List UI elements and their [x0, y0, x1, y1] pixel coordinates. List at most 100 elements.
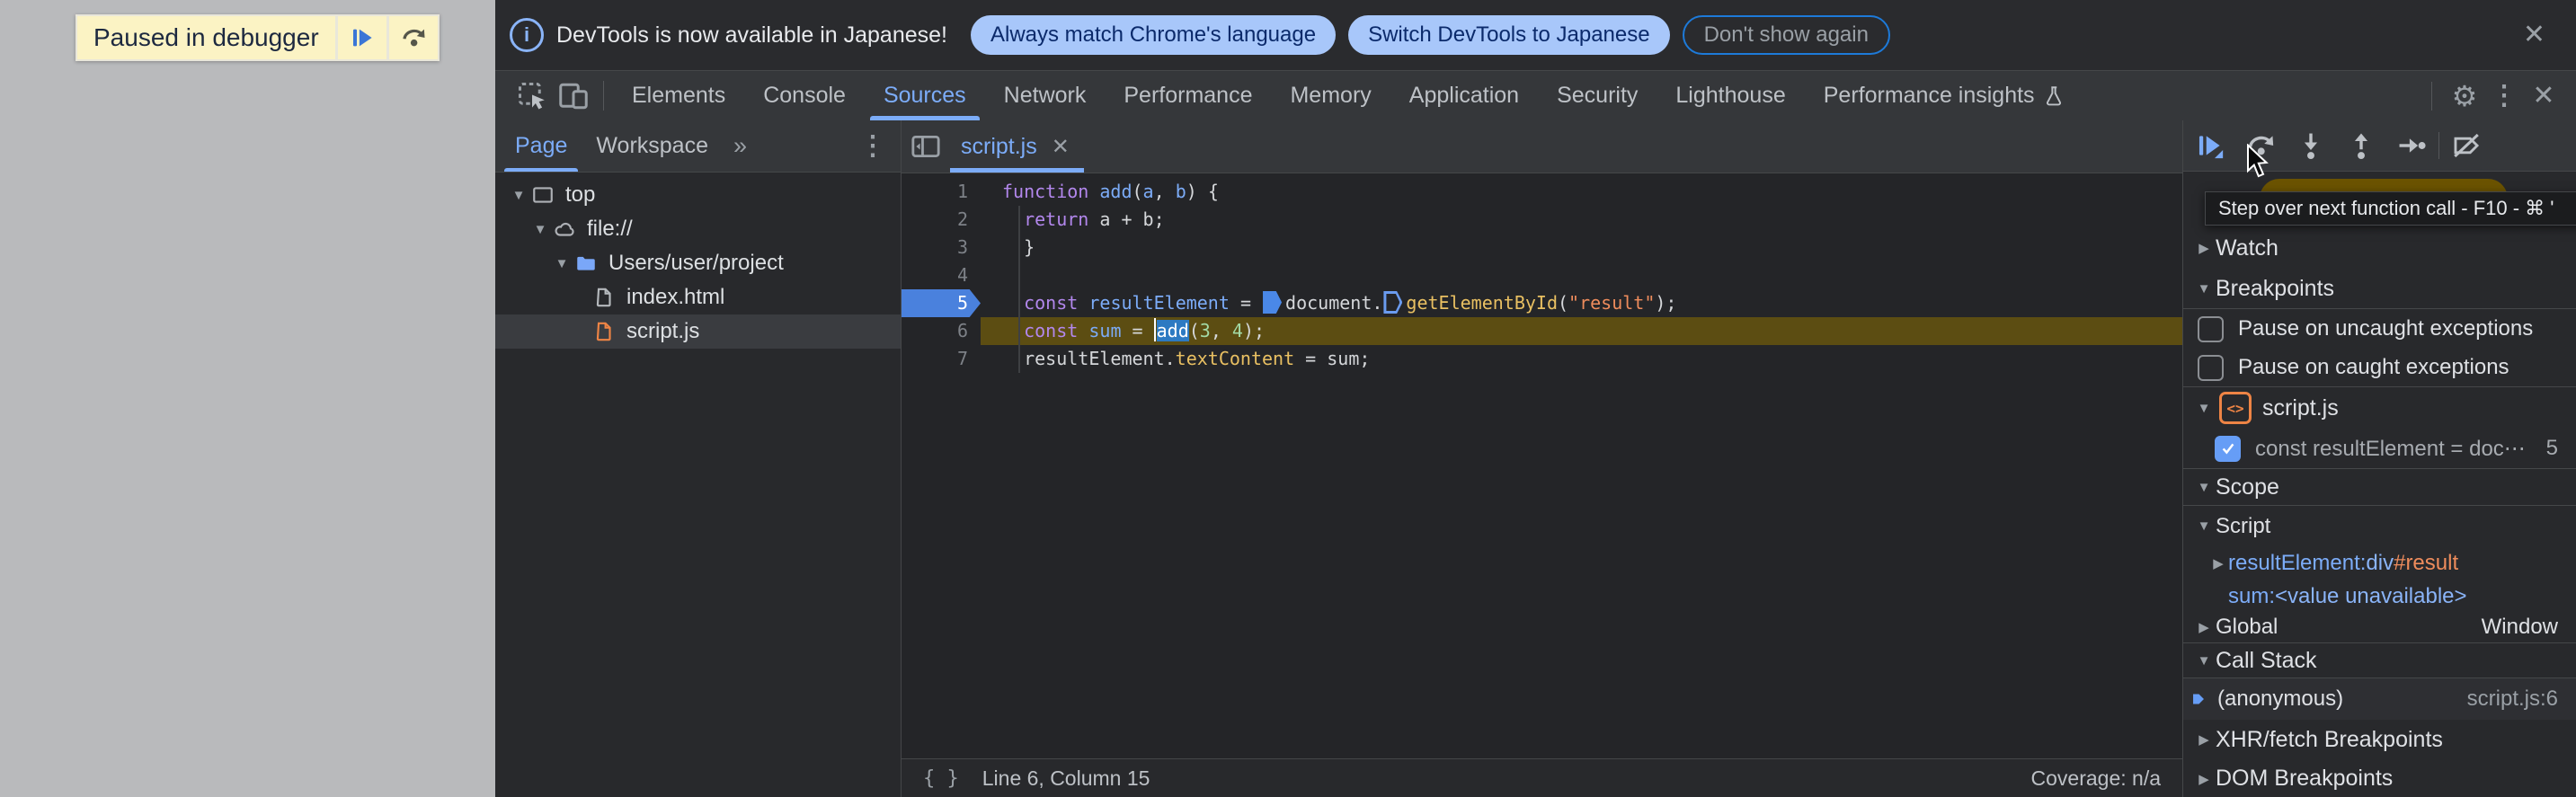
tab-close-icon[interactable]: ✕ [1052, 134, 1070, 160]
navigator-more-icon[interactable]: ⋮ [859, 132, 886, 160]
breakpoint-file-group[interactable]: ▼ <> script.js [2183, 387, 2576, 429]
main-toolbar: Elements Console Sources Network Performance… [495, 71, 2576, 121]
settings-gear-icon[interactable]: ⚙ [2445, 82, 2484, 111]
notification-close-icon[interactable]: ✕ [2523, 22, 2545, 49]
tree-item-project-folder[interactable]: ▼ Users/user/project [495, 246, 901, 280]
more-options-icon[interactable]: ⋮ [2484, 82, 2524, 110]
code-lines[interactable]: function add(a, b) { return a + b; } con… [997, 173, 2182, 758]
pretty-print-icon[interactable]: { } [923, 767, 959, 790]
section-scope[interactable]: ▼ Scope [2183, 469, 2576, 506]
chevron-down-icon: ▼ [2197, 400, 2211, 416]
tab-memory[interactable]: Memory [1271, 71, 1390, 120]
switch-devtools-japanese-button[interactable]: Switch DevTools to Japanese [1348, 15, 1670, 55]
toolbar-separator [2438, 132, 2439, 159]
gutter-line-4[interactable]: 4 [902, 261, 981, 289]
breakpoint-line-number: 5 [2545, 436, 2558, 460]
pause-uncaught-exceptions-row[interactable]: Pause on uncaught exceptions [2183, 309, 2576, 349]
notification-message: DevTools is now available in Japanese! [556, 22, 947, 48]
step-into-button[interactable] [2286, 120, 2336, 171]
section-call-stack[interactable]: ▼ Call Stack [2183, 643, 2576, 678]
gutter-line-3[interactable]: 3 [902, 234, 981, 261]
chevron-down-icon: ▼ [2197, 479, 2211, 495]
gutter-line-5[interactable]: 5 [902, 289, 981, 317]
global-value: Window [2481, 615, 2558, 639]
step-out-button[interactable] [2336, 120, 2386, 171]
editor-tab-script-js[interactable]: script.js ✕ [950, 120, 1084, 173]
section-watch[interactable]: ▶ Watch [2183, 227, 2576, 269]
banner-step-over-button[interactable] [388, 16, 438, 59]
section-dom-breakpoints[interactable]: ▶ DOM Breakpoints [2183, 759, 2576, 797]
match-chrome-language-button[interactable]: Always match Chrome's language [970, 15, 1337, 55]
info-icon: i [510, 18, 544, 52]
code-line-2[interactable]: return a + b; [997, 206, 2182, 234]
step-over-button[interactable] [2235, 120, 2286, 171]
tab-sources[interactable]: Sources [865, 71, 985, 120]
tab-page[interactable]: Page [501, 120, 582, 172]
deactivate-breakpoints-icon [2454, 133, 2480, 158]
code-line-1[interactable]: function add(a, b) { [997, 178, 2182, 206]
devtools-close-icon[interactable]: ✕ [2524, 82, 2563, 110]
chevron-down-icon: ▼ [533, 221, 547, 237]
pause-uncaught-checkbox[interactable] [2198, 315, 2224, 342]
tree-item-index-html[interactable]: index.html [495, 280, 901, 314]
tab-performance-insights[interactable]: Performance insights [1805, 71, 2084, 120]
tab-console[interactable]: Console [744, 71, 865, 120]
scope-var-sum[interactable]: sum: <value unavailable> [2183, 580, 2576, 612]
panel-collapse-icon [911, 135, 940, 158]
tree-item-file-protocol[interactable]: ▼ file:// [495, 212, 901, 246]
section-breakpoints[interactable]: ▼ Breakpoints [2183, 269, 2576, 309]
tab-overflow-icon[interactable]: » [723, 132, 758, 160]
paused-banner-label: Paused in debugger [93, 23, 319, 51]
scope-script-group[interactable]: ▼ Script [2183, 506, 2576, 546]
tree-item-script-js[interactable]: script.js [495, 314, 901, 349]
folder-icon [577, 256, 595, 270]
experiment-flask-icon [2046, 85, 2061, 105]
section-xhr-breakpoints[interactable]: ▶ XHR/fetch Breakpoints [2183, 720, 2576, 759]
debugger-sidebar: Step over next function call - F10 - ⌘ '… [2182, 120, 2576, 797]
tab-workspace[interactable]: Workspace [582, 120, 723, 172]
step-button[interactable] [2386, 120, 2437, 171]
scope-global-group[interactable]: ▶ Global Window [2183, 612, 2576, 643]
code-line-7[interactable]: resultElement.textContent = sum; [997, 345, 2182, 373]
navigator-tabbar: Page Workspace » ⋮ [495, 120, 901, 173]
chevron-right-icon: ▶ [2198, 732, 2209, 748]
breakpoint-checkbox[interactable] [2215, 435, 2241, 462]
chevron-right-icon: ▶ [2213, 556, 2224, 571]
file-icon [596, 288, 611, 307]
code-line-5[interactable]: const resultElement = document. getElemen… [997, 289, 2182, 317]
inspect-element-button[interactable] [511, 71, 553, 120]
navigator-sidebar: Page Workspace » ⋮ ▼ top ▼ file:// ▼ Use… [495, 120, 902, 797]
step-target-highlight: add [1156, 320, 1189, 341]
tab-security[interactable]: Security [1538, 71, 1657, 120]
toggle-navigator-button[interactable] [902, 120, 950, 173]
breakpoint-entry[interactable]: const resultElement = doc⋯ 5 [2183, 429, 2576, 469]
tab-performance[interactable]: Performance [1105, 71, 1271, 120]
tab-elements[interactable]: Elements [613, 71, 744, 120]
code-line-6[interactable]: const sum = add(3, 4); [997, 317, 2182, 345]
text-caret [1153, 318, 1156, 341]
pause-caught-exceptions-row[interactable]: Pause on caught exceptions [2183, 349, 2576, 387]
deactivate-breakpoints-button[interactable] [2441, 120, 2492, 171]
tab-network[interactable]: Network [985, 71, 1106, 120]
main-tabs: Elements Console Sources Network Performance… [613, 71, 2084, 120]
code-line-3[interactable]: } [997, 234, 2182, 261]
inspect-cursor-icon [519, 82, 545, 110]
tab-lighthouse[interactable]: Lighthouse [1657, 71, 1804, 120]
dont-show-again-button[interactable]: Don't show again [1682, 15, 1890, 55]
resume-script-button[interactable] [2185, 120, 2235, 171]
cursor-position[interactable]: Line 6, Column 15 [982, 766, 1150, 791]
pause-caught-checkbox[interactable] [2198, 354, 2224, 381]
editor-gutter: 1234567 [902, 173, 981, 758]
call-stack-frame[interactable]: (anonymous) script.js:6 [2183, 678, 2576, 720]
gutter-line-7[interactable]: 7 [902, 345, 981, 373]
device-toolbar-button[interactable] [553, 71, 594, 120]
tab-application[interactable]: Application [1390, 71, 1538, 120]
step-over-icon [2248, 136, 2274, 155]
tree-item-top[interactable]: ▼ top [495, 178, 901, 212]
code-line-4[interactable] [997, 261, 2182, 289]
banner-resume-button[interactable] [337, 16, 386, 59]
gutter-line-6[interactable]: 6 [902, 317, 981, 345]
gutter-line-2[interactable]: 2 [902, 206, 981, 234]
gutter-line-1[interactable]: 1 [902, 178, 981, 206]
scope-var-resultelement[interactable]: ▶ resultElement: div #result [2183, 546, 2576, 580]
